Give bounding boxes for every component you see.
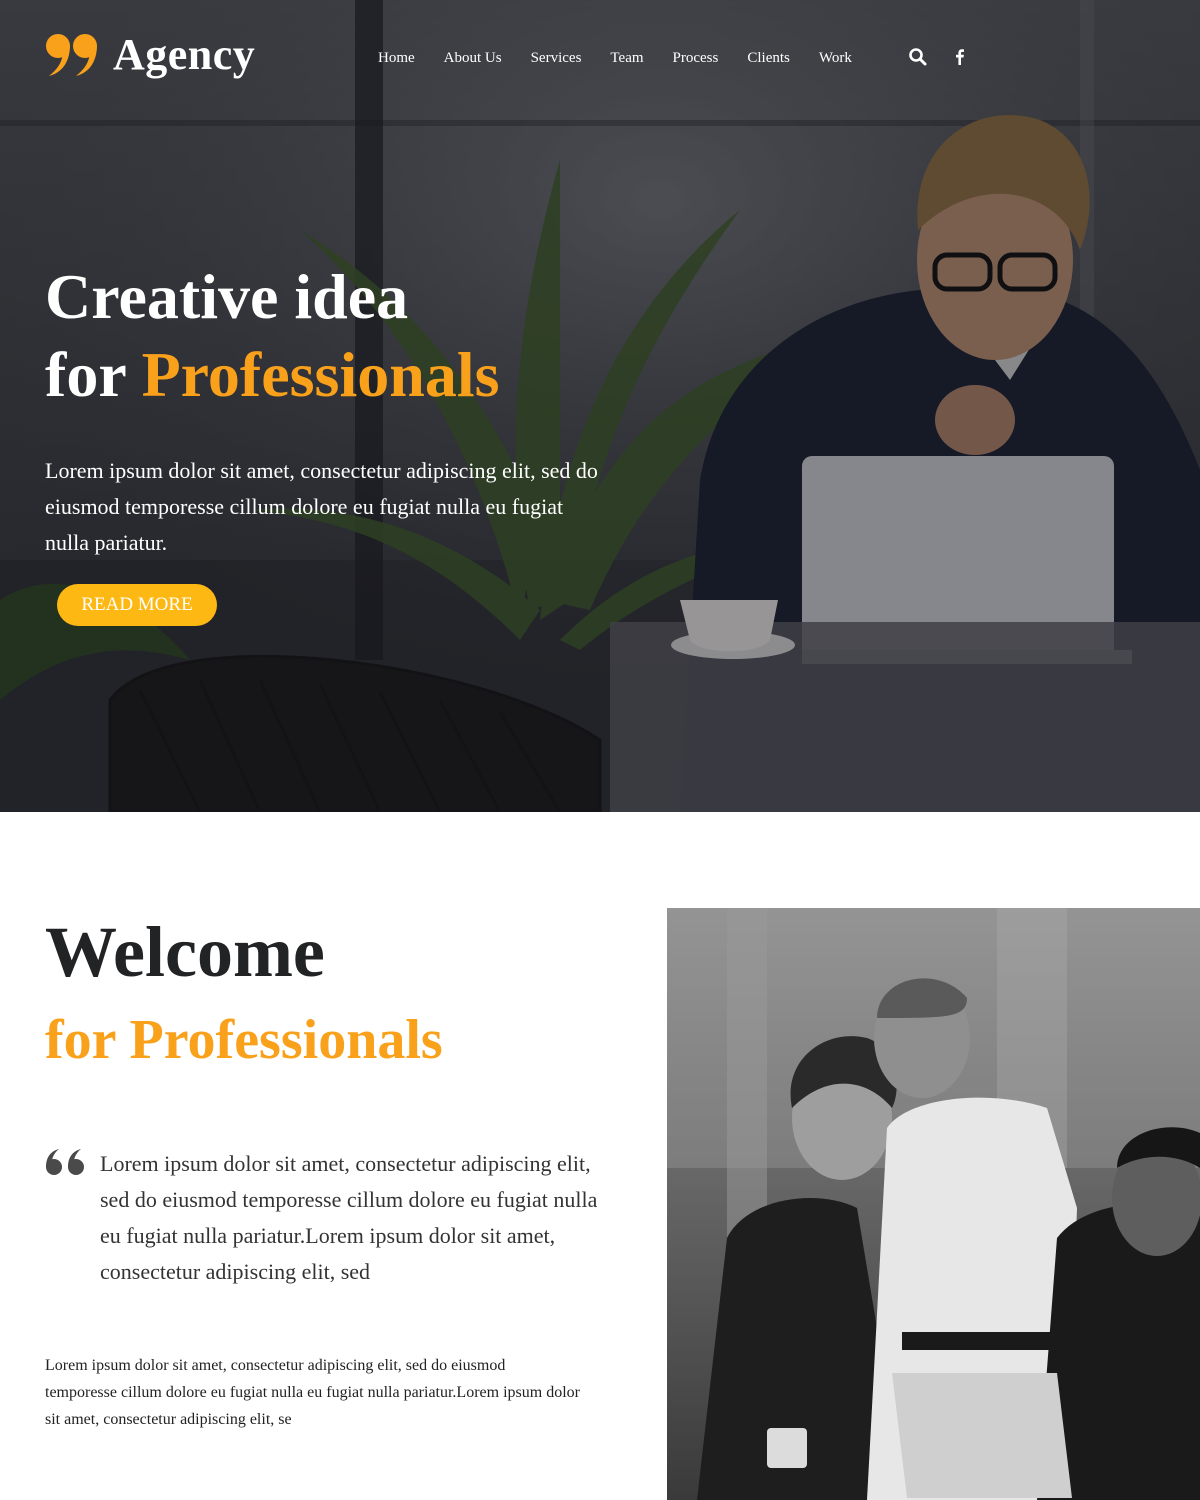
hero-title-for: for [45,339,126,410]
nav-item-team[interactable]: Team [610,48,643,68]
quote-open-icon [46,1149,84,1175]
search-icon[interactable] [908,47,928,67]
brand-logo[interactable]: Agency [45,30,255,80]
nav-item-clients[interactable]: Clients [747,48,790,68]
nav-item-process[interactable]: Process [673,48,719,68]
brand-name: Agency [113,30,256,79]
nav-item-about-us[interactable]: About Us [444,48,502,68]
hero-title-accent: Professionals [141,339,500,410]
facebook-icon[interactable] [950,47,970,67]
double-quote-logo-icon [46,34,97,76]
welcome-body: Lorem ipsum dolor sit amet, consectetur … [45,1357,580,1428]
welcome-quote: Lorem ipsum dolor sit amet, consectetur … [100,1151,598,1284]
read-more-button[interactable]: READ MORE [57,584,217,626]
main-nav: Home About Us Services Team Process Clie… [378,48,881,68]
team-photo-image [667,908,1200,1500]
nav-item-home[interactable]: Home [378,48,415,68]
welcome-subtitle: for Professionals [45,1009,443,1071]
nav-item-work[interactable]: Work [819,48,852,68]
nav-item-services[interactable]: Services [531,48,582,68]
nav-icons [908,47,992,67]
hero-description: Lorem ipsum dolor sit amet, consectetur … [45,458,598,555]
hero-title: Creative idea for Professionals [45,258,500,414]
welcome-title: Welcome [45,912,325,992]
hero-section: Agency Home About Us Services Team Proce… [0,0,1200,812]
hero-title-line1: Creative idea [45,261,409,332]
team-photo [667,908,1200,1500]
